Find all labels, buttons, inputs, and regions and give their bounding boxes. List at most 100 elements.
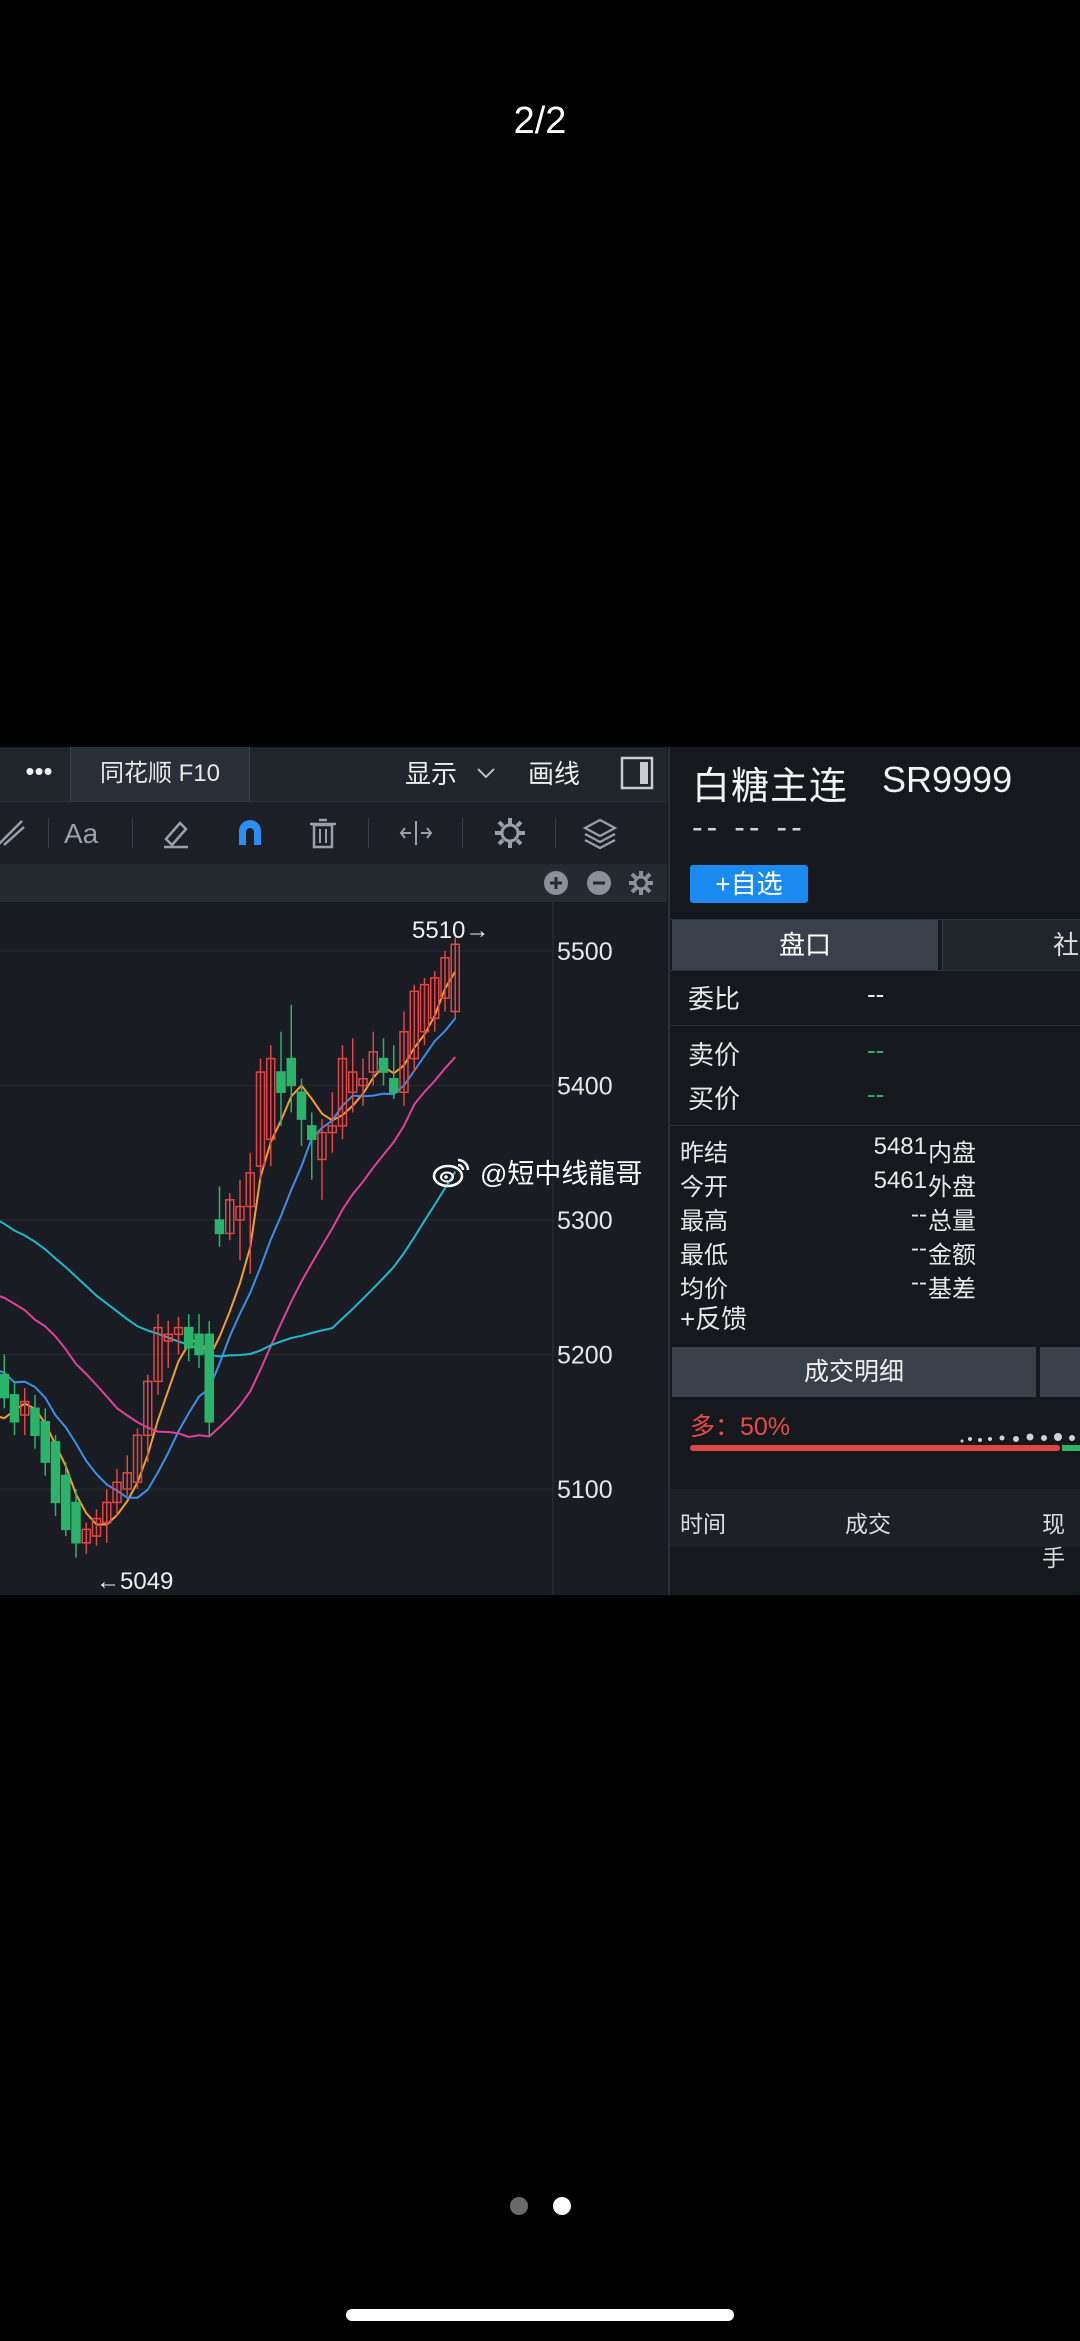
candle-down — [9, 1394, 20, 1423]
separator — [48, 818, 49, 848]
bid-label: 买价 — [688, 1084, 741, 1114]
candle-down — [214, 1219, 225, 1235]
magnet-icon[interactable] — [232, 815, 268, 851]
divider — [670, 1025, 1080, 1026]
stat-value: -- — [911, 1201, 927, 1228]
home-indicator[interactable] — [346, 2309, 734, 2321]
instrument-name: 白糖主连 — [692, 766, 849, 808]
f10-button[interactable]: 同花顺 F10 — [70, 747, 250, 801]
stat-row: 昨结 5481 内盘 — [670, 1133, 1080, 1167]
chart-top-bar: ••• 同花顺 F10 显示 画线 — [0, 747, 667, 802]
col-deal: 成交 — [845, 1511, 891, 1537]
stat-label-2: 内盘 — [928, 1140, 976, 1167]
tab-order-book[interactable]: 盘口 — [672, 920, 938, 970]
weibo-icon — [432, 1158, 470, 1187]
y-tick-label: 5200 — [557, 1342, 613, 1370]
tab-community[interactable]: 社 — [942, 920, 1080, 970]
candle-down — [389, 1078, 399, 1093]
stat-row: 今开 5461 外盘 — [670, 1167, 1080, 1201]
ma-line — [0, 1056, 457, 1439]
candle-down — [40, 1421, 50, 1463]
stat-value: 5461 — [873, 1167, 927, 1194]
y-tick-label: 5100 — [557, 1476, 613, 1504]
trash-icon[interactable] — [305, 815, 341, 851]
stat-row: 最高 -- 总量 — [670, 1201, 1080, 1235]
quote-panel: 白糖主连 SR9999 -- -- -- +自选 盘口 社 委比 -- 卖价 -… — [668, 747, 1080, 1595]
page-indicator-dot-active[interactable] — [553, 2197, 571, 2215]
settings-icon[interactable] — [492, 815, 528, 851]
y-tick-label: 5300 — [557, 1207, 613, 1235]
zoom-out-icon[interactable] — [586, 870, 612, 896]
feedback-link[interactable]: +反馈 — [680, 1299, 747, 1336]
separator — [368, 818, 369, 848]
y-tick-label: 5500 — [557, 938, 613, 966]
instrument-code: SR9999 — [882, 759, 1013, 800]
stat-row: 最低 -- 金额 — [670, 1235, 1080, 1269]
sentiment-dots — [960, 1433, 1075, 1443]
stat-row: 均价 -- 基差 — [670, 1269, 1080, 1303]
long-ratio-bar — [690, 1445, 1060, 1451]
order-ratio-value: -- — [867, 979, 885, 1009]
stat-label-2: 基差 — [928, 1276, 976, 1303]
stat-label: 最高 — [680, 1208, 728, 1235]
stat-value: -- — [911, 1235, 927, 1262]
layers-icon[interactable] — [582, 815, 618, 851]
col-volume: 现手 — [1042, 1511, 1065, 1571]
chart-settings-icon[interactable] — [628, 870, 654, 896]
tab-next[interactable] — [1040, 1347, 1080, 1397]
more-menu-button[interactable]: ••• — [8, 747, 70, 801]
ask-value: -- — [867, 1035, 885, 1065]
short-ratio-bar — [1062, 1445, 1080, 1451]
candle-down — [286, 1057, 296, 1087]
y-tick-label: 5400 — [557, 1073, 613, 1101]
watermark-text: @短中线龍哥 — [480, 1159, 643, 1189]
candle-down — [50, 1441, 61, 1504]
stat-label-2: 金额 — [928, 1242, 976, 1269]
tab-deal-detail[interactable]: 成交明细 — [672, 1347, 1036, 1397]
bid-value: -- — [867, 1079, 885, 1109]
ask-label: 卖价 — [688, 1040, 741, 1070]
stat-label: 今开 — [680, 1174, 728, 1201]
page-indicator-dot[interactable] — [510, 2197, 528, 2215]
stat-label-2: 外盘 — [928, 1174, 976, 1201]
zoom-bar — [0, 864, 667, 902]
ma-line — [0, 970, 457, 1526]
chevron-down-icon[interactable] — [474, 761, 498, 785]
page-counter: 2/2 — [513, 100, 567, 142]
order-ratio-label: 委比 — [688, 984, 741, 1014]
ruler-icon[interactable] — [0, 815, 30, 851]
divider — [670, 1125, 1080, 1126]
candle-down — [184, 1326, 194, 1349]
ma-line — [0, 1017, 457, 1499]
eraser-icon[interactable] — [158, 815, 194, 851]
candle-down — [296, 1091, 307, 1120]
candle-down — [61, 1474, 71, 1531]
high-annotation: 5510→ — [412, 917, 489, 944]
candlestick-chart[interactable]: 5500 5400 5300 5200 5100 5510→ ←5049 — [0, 902, 667, 1595]
zoom-in-icon[interactable] — [543, 870, 569, 896]
price-placeholder: -- -- -- — [692, 809, 806, 845]
text-size-icon[interactable]: Aa — [64, 818, 98, 850]
watermark: @短中线龍哥 — [432, 1152, 642, 1191]
separator — [462, 818, 463, 848]
separator — [555, 818, 556, 848]
draw-line-button[interactable]: 画线 — [528, 747, 580, 801]
candle-down — [378, 1057, 389, 1073]
col-time: 时间 — [680, 1511, 726, 1537]
add-watchlist-button[interactable]: +自选 — [690, 865, 808, 903]
stat-value: 5481 — [873, 1133, 927, 1160]
candle-down — [307, 1125, 317, 1141]
separator — [132, 818, 133, 848]
candle-down — [0, 1373, 9, 1399]
panel-toggle-icon[interactable] — [620, 756, 654, 790]
resize-icon[interactable] — [398, 815, 434, 851]
candle-down — [276, 1071, 286, 1093]
long-ratio: 多：50% — [690, 1413, 791, 1441]
stat-label: 昨结 — [680, 1140, 728, 1167]
quote-tabs: 盘口 社 — [670, 919, 1080, 971]
deal-table-header: 时间 成交 现手 — [670, 1489, 1080, 1571]
candle-down — [71, 1501, 81, 1544]
stat-label-2: 总量 — [928, 1208, 976, 1235]
stat-value: -- — [911, 1269, 927, 1296]
display-dropdown[interactable]: 显示 — [405, 747, 457, 801]
